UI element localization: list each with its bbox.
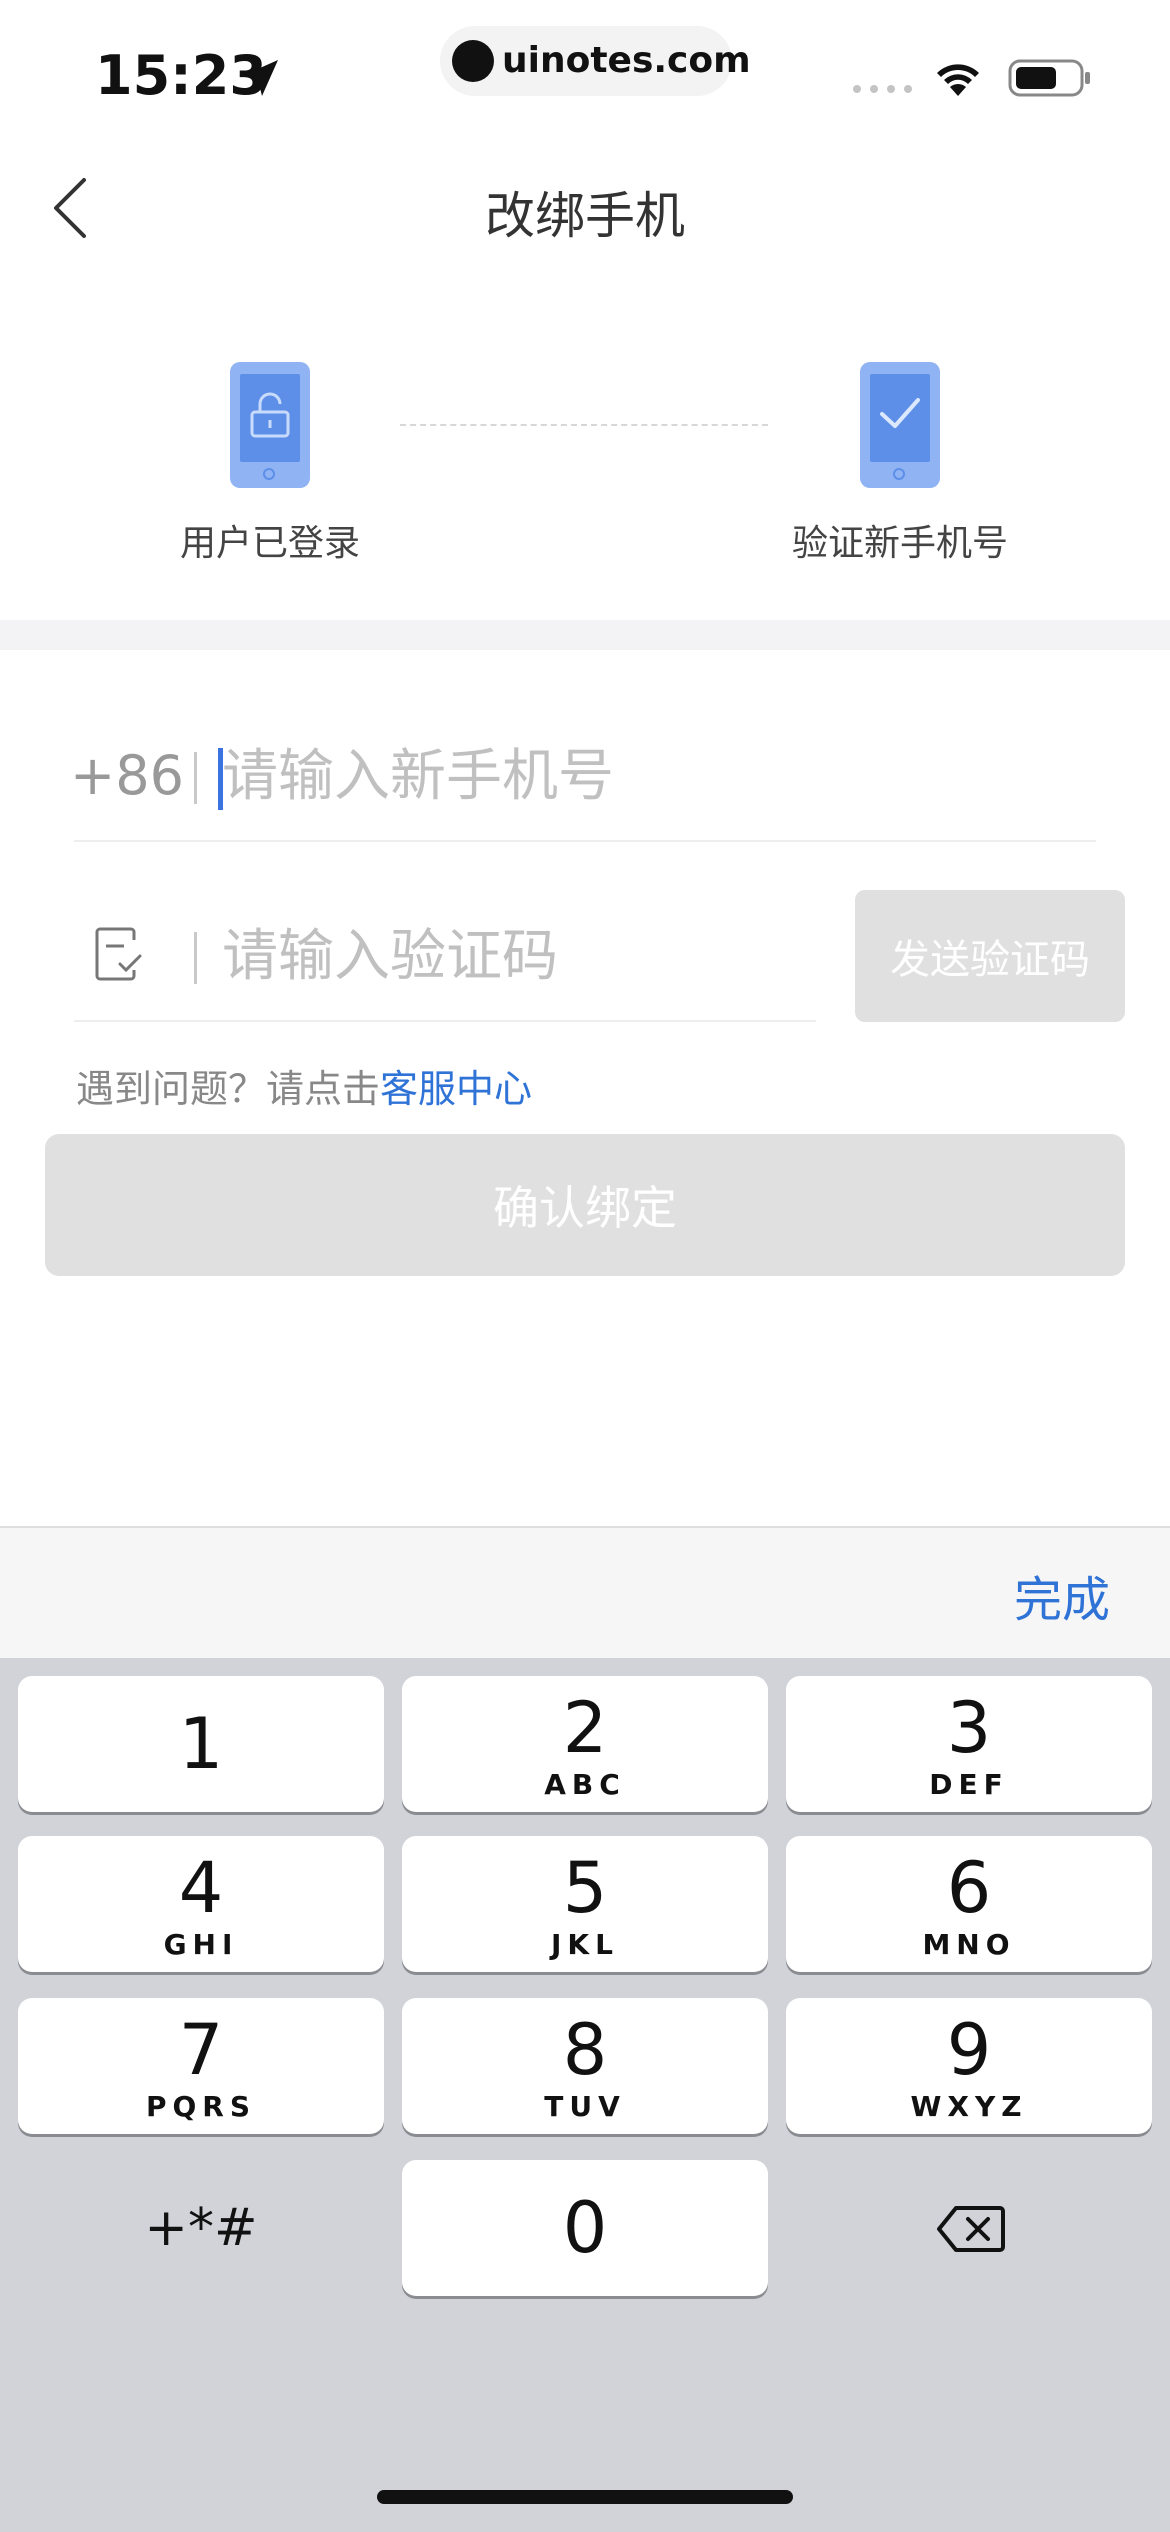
key-4[interactable]: 4 GHI <box>18 1836 384 1972</box>
step-label-verify-phone: 验证新手机号 <box>791 523 1008 564</box>
verification-code-input[interactable] <box>222 916 802 996</box>
section-divider <box>0 620 1170 650</box>
send-code-button[interactable]: 发送验证码 <box>855 890 1125 1022</box>
input-underline <box>74 840 1096 842</box>
backspace-icon <box>937 2206 1005 2252</box>
key-symbols[interactable]: +*# <box>18 2160 384 2296</box>
key-2[interactable]: 2 ABC <box>402 1676 768 1812</box>
cellular-signal-icon <box>853 85 912 93</box>
site-logo-icon <box>452 40 494 82</box>
unlock-phone-icon <box>230 362 310 488</box>
customer-service-link[interactable]: 客服中心 <box>380 1067 532 1111</box>
help-prompt: 遇到问题？请点击 <box>76 1067 381 1111</box>
key-5[interactable]: 5 JKL <box>402 1836 768 1972</box>
key-8[interactable]: 8 TUV <box>402 1998 768 2134</box>
key-1[interactable]: 1 <box>18 1676 384 1812</box>
key-3[interactable]: 3 DEF <box>786 1676 1152 1812</box>
key-6[interactable]: 6 MNO <box>786 1836 1152 1972</box>
phone-number-input[interactable] <box>222 736 1082 816</box>
input-separator <box>194 752 197 804</box>
battery-icon <box>1008 59 1090 97</box>
page-title: 改绑手机 <box>485 187 685 245</box>
delete-key[interactable] <box>786 2160 1152 2296</box>
wifi-icon <box>937 64 979 96</box>
done-button[interactable]: 完成 <box>1014 1560 1110 1630</box>
confirm-bind-button[interactable]: 确认绑定 <box>45 1134 1125 1276</box>
step-connector <box>400 424 768 426</box>
keyboard-toolbar <box>0 1526 1170 1658</box>
verified-phone-icon <box>860 362 940 488</box>
input-underline <box>74 1020 816 1022</box>
key-7[interactable]: 7 PQRS <box>18 1998 384 2134</box>
location-arrow-icon <box>242 60 278 96</box>
country-code[interactable]: +86 <box>70 744 184 807</box>
home-indicator <box>377 2490 793 2504</box>
key-0[interactable]: 0 <box>402 2160 768 2296</box>
input-separator <box>194 932 197 984</box>
help-text: 遇到问题？请点击客服中心 <box>76 1058 532 1113</box>
step-label-logged-in: 用户已登录 <box>179 523 360 564</box>
key-9[interactable]: 9 WXYZ <box>786 1998 1152 2134</box>
url-text: uinotes.com <box>502 40 751 81</box>
verification-code-icon <box>95 927 142 981</box>
